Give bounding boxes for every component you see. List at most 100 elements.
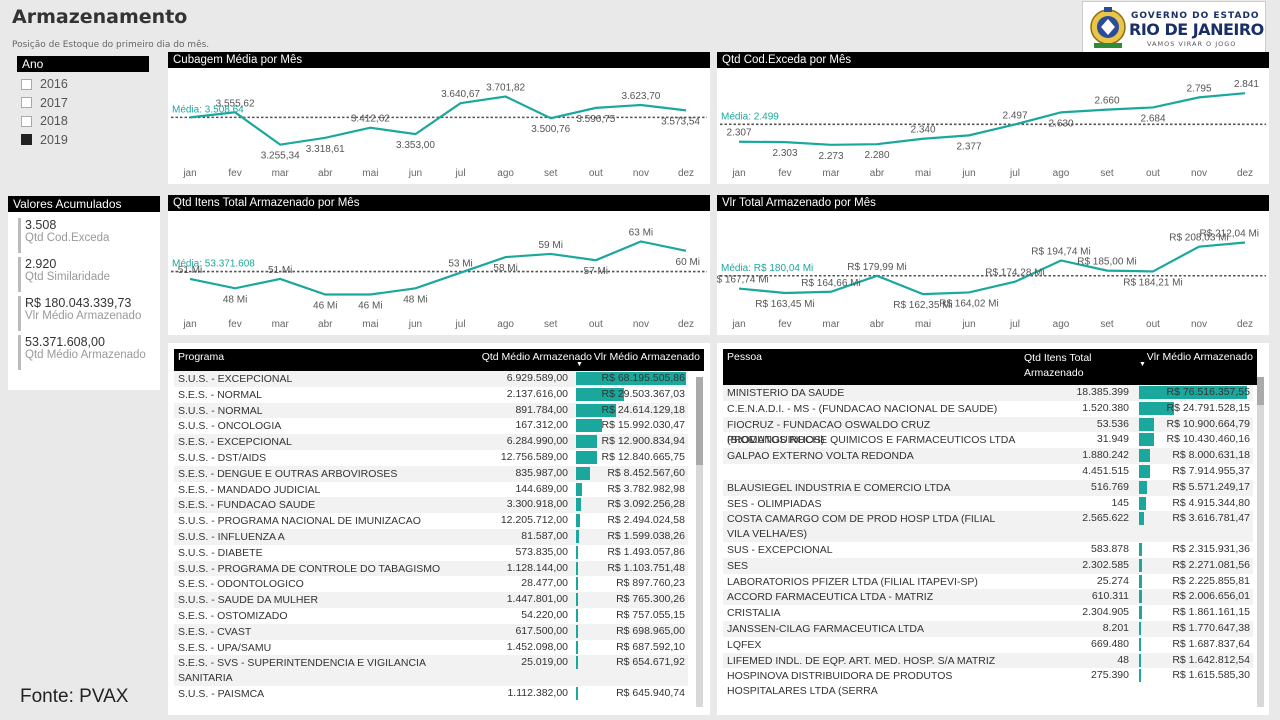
- cell-qtd: 1.520.380: [1082, 401, 1129, 414]
- table-row[interactable]: S.U.S. - INFLUENZA A 81.587,00 R$ 1.599.03…: [174, 528, 688, 545]
- cell-vlr: R$ 1.642.812,54: [1172, 653, 1250, 666]
- value-bar: [576, 656, 578, 670]
- table-row[interactable]: S.E.S. - FUNDACAO SAUDE 3.300.918,00 R$ 3.…: [174, 497, 688, 514]
- cell-qtd: 3.300.918,00: [506, 498, 568, 511]
- table-row[interactable]: SES 2.302.585 R$ 2.271.081,56: [723, 557, 1253, 574]
- col-header-qtd[interactable]: Qtd Itens Total Armazenado: [1024, 351, 1108, 381]
- x-tick-label: jun: [408, 319, 422, 330]
- cell-qtd: 2.137.616,00: [506, 387, 568, 400]
- cell-qtd: 573.835,00: [515, 545, 568, 558]
- cell-name: S.U.S. - NORMAL: [178, 404, 263, 417]
- table-row[interactable]: S.U.S. - SAUDE DA MULHER 1.447.801,00 R$ 7…: [174, 592, 688, 608]
- cell-name: S.E.S. - OSTOMIZADO: [178, 609, 288, 622]
- table-row[interactable]: S.U.S. - ONCOLOGIA 167.312,00 R$ 15.992.03…: [174, 418, 688, 434]
- table-row[interactable]: LIFEMED INDL. DE EQP. ART. MED. HOSP. S/…: [723, 652, 1253, 669]
- cell-name: LABORATORIOS PFIZER LTDA (FILIAL ITAPEVI…: [727, 575, 978, 588]
- table-row[interactable]: SUS - EXCEPCIONAL 583.878 R$ 2.315.931,36: [723, 542, 1253, 558]
- table-row[interactable]: S.U.S. - PAISMCA 1.112.382,00 R$ 645.940,7…: [174, 686, 688, 702]
- x-tick-label: abr: [318, 319, 333, 330]
- col-header-programa[interactable]: Programa: [178, 351, 224, 363]
- table-row[interactable]: CRISTALIA 2.304.905 R$ 1.861.161,15: [723, 605, 1253, 621]
- scrollbar-thumb[interactable]: [696, 377, 703, 465]
- table-row[interactable]: S.E.S. - MANDADO JUDICIAL 144.689,00 R$ 3.…: [174, 482, 688, 498]
- cell-vlr: R$ 1.687.837,64: [1172, 637, 1250, 650]
- table-body: MINISTERIO DA SAUDE 18.385.399 R$ 76.516.3…: [723, 385, 1253, 699]
- table-row[interactable]: S.E.S. - NORMAL 2.137.616,00 R$ 29.503.367…: [174, 387, 688, 403]
- data-label: 3.555,62: [216, 98, 255, 109]
- scrollbar[interactable]: [696, 377, 703, 707]
- cell-vlr: R$ 10.900.664,79: [1166, 417, 1251, 430]
- x-tick-label: mar: [272, 319, 290, 330]
- table-row[interactable]: COSTA CAMARGO COM DE PROD HOSP LTDA (FIL…: [723, 511, 1253, 542]
- cell-vlr: R$ 5.571.249,17: [1172, 480, 1250, 493]
- value-bar: [1139, 669, 1142, 683]
- col-header-pessoa[interactable]: Pessoa: [727, 351, 762, 363]
- table-row[interactable]: S.E.S. - OSTOMIZADO 54.220,00 R$ 757.055,1…: [174, 608, 688, 624]
- slicer-item-2019[interactable]: 2019: [17, 131, 149, 150]
- x-tick-label: jul: [455, 168, 466, 179]
- table-row[interactable]: S.E.S. - DENGUE E OUTRAS ARBOVIROSES 835.…: [174, 465, 688, 482]
- table-row[interactable]: C.E.N.A.D.I. - MS - (FUNDACAO NACIONAL D…: [723, 401, 1253, 417]
- table-row[interactable]: S.E.S. - UPA/SAMU 1.452.098,00 R$ 687.592,…: [174, 640, 688, 656]
- value-bar: [1139, 496, 1146, 510]
- table-body: S.U.S. - EXCEPCIONAL 6.929.589,00 R$ 68.19…: [174, 371, 688, 702]
- data-label: 51 Mi: [268, 265, 292, 276]
- checkbox-2018[interactable]: [21, 115, 32, 127]
- value-bar: [1139, 574, 1143, 588]
- data-label: 46 Mi: [358, 301, 382, 312]
- table-row[interactable]: JANSSEN-CILAG FARMACEUTICA LTDA 8.201 R$ 1…: [723, 620, 1253, 637]
- x-tick-label: mai: [915, 319, 931, 330]
- cell-vlr: R$ 2.494.024,58: [607, 514, 685, 527]
- value-bar: [576, 498, 581, 512]
- checkbox-2017[interactable]: [21, 97, 32, 109]
- table-row[interactable]: HOSPINOVA DISTRIBUIDORA DE PRODUTOS HOSP…: [723, 668, 1253, 699]
- table-row[interactable]: FIOCRUZ - FUNDACAO OSWALDO CRUZ (BIOMANG…: [723, 416, 1253, 446]
- table-row[interactable]: S.E.S. - SVS - SUPERINTENDENCIA E VIGILA…: [174, 655, 688, 686]
- table-row[interactable]: S.U.S. - EXCEPCIONAL 6.929.589,00 R$ 68.19…: [174, 371, 688, 387]
- table-row[interactable]: GALPAO EXTERNO VOLTA REDONDA 1.880.242 R$ …: [723, 448, 1253, 464]
- scrollbar-thumb[interactable]: [1257, 377, 1264, 405]
- cell-qtd: 1.112.382,00: [507, 686, 568, 699]
- slicer-item-2018[interactable]: 2018: [17, 112, 149, 131]
- table-row[interactable]: PRODUTOS ROCHE QUIMICOS E FARMACEUTICOS …: [723, 432, 1253, 448]
- sort-desc-icon[interactable]: ▼: [1139, 361, 1146, 368]
- table-row[interactable]: S.U.S. - NORMAL 891.784,00 R$ 24.614.129,1…: [174, 402, 688, 419]
- value-bar: [576, 640, 578, 654]
- table-row[interactable]: BLAUSIEGEL INDUSTRIA E COMERCIO LTDA 516.…: [723, 479, 1253, 496]
- table-row[interactable]: 4.451.515 R$ 7.914.955,37: [723, 464, 1253, 480]
- cell-name: LIFEMED INDL. DE EQP. ART. MED. HOSP. S/…: [727, 654, 996, 667]
- value-bar: [576, 466, 590, 480]
- value-bar: [576, 608, 578, 622]
- table-row[interactable]: SES - OLIMPIADAS 145 R$ 4.915.344,80: [723, 496, 1253, 512]
- table-row[interactable]: MINISTERIO DA SAUDE 18.385.399 R$ 76.516.3…: [723, 385, 1253, 401]
- sort-desc-icon[interactable]: ▼: [576, 361, 583, 368]
- slicer-item-2017[interactable]: 2017: [17, 94, 149, 113]
- col-header-vlr[interactable]: Vlr Médio Armazenado: [594, 351, 700, 363]
- table-header: Programa Qtd Médio Armazenado Vlr Médio …: [174, 349, 704, 371]
- table-row[interactable]: S.E.S. - ODONTOLOGICO 28.477,00 R$ 897.760…: [174, 576, 688, 592]
- cell-vlr: R$ 24.614.129,18: [601, 403, 686, 416]
- x-tick-label: mar: [272, 168, 290, 179]
- x-tick-label: dez: [1237, 319, 1253, 330]
- table-row[interactable]: S.U.S. - DIABETE 573.835,00 R$ 1.493.057,8…: [174, 545, 688, 561]
- x-tick-label: out: [1146, 319, 1160, 330]
- table-row[interactable]: S.U.S. - DST/AIDS 12.756.589,00 R$ 12.840.…: [174, 450, 688, 466]
- checkbox-2019[interactable]: [21, 134, 32, 146]
- cell-vlr: R$ 757.055,15: [616, 608, 685, 621]
- table-row[interactable]: S.U.S. - PROGRAMA NACIONAL DE IMUNIZACAO…: [174, 513, 688, 529]
- table-row[interactable]: S.E.S. - EXCEPCIONAL 6.284.990,00 R$ 12.90…: [174, 434, 688, 450]
- chart-title: Qtd Itens Total Armazenado por Mês: [168, 195, 710, 211]
- cell-vlr: R$ 8.452.567,60: [607, 466, 685, 479]
- table-row[interactable]: LQFEX 669.480 R$ 1.687.837,64: [723, 637, 1253, 653]
- x-tick-label: fev: [778, 168, 791, 179]
- table-row[interactable]: S.E.S. - CVAST 617.500,00 R$ 698.965,00: [174, 623, 688, 640]
- table-row[interactable]: ACCORD FARMACEUTICA LTDA - MATRIZ 610.311…: [723, 589, 1253, 606]
- scrollbar[interactable]: [1257, 377, 1264, 707]
- checkbox-2016[interactable]: [21, 78, 32, 90]
- table-row[interactable]: LABORATORIOS PFIZER LTDA (FILIAL ITAPEVI…: [723, 574, 1253, 590]
- logo-line2: RIO DE JANEIRO: [1129, 20, 1264, 39]
- col-header-vlr[interactable]: Vlr Médio Armazenado: [1147, 351, 1253, 363]
- chart-title: Vlr Total Armazenado por Mês: [717, 195, 1269, 211]
- table-row[interactable]: S.U.S. - PROGRAMA DE CONTROLE DO TABAGIS…: [174, 560, 688, 577]
- slicer-item-2016[interactable]: 2016: [17, 75, 149, 94]
